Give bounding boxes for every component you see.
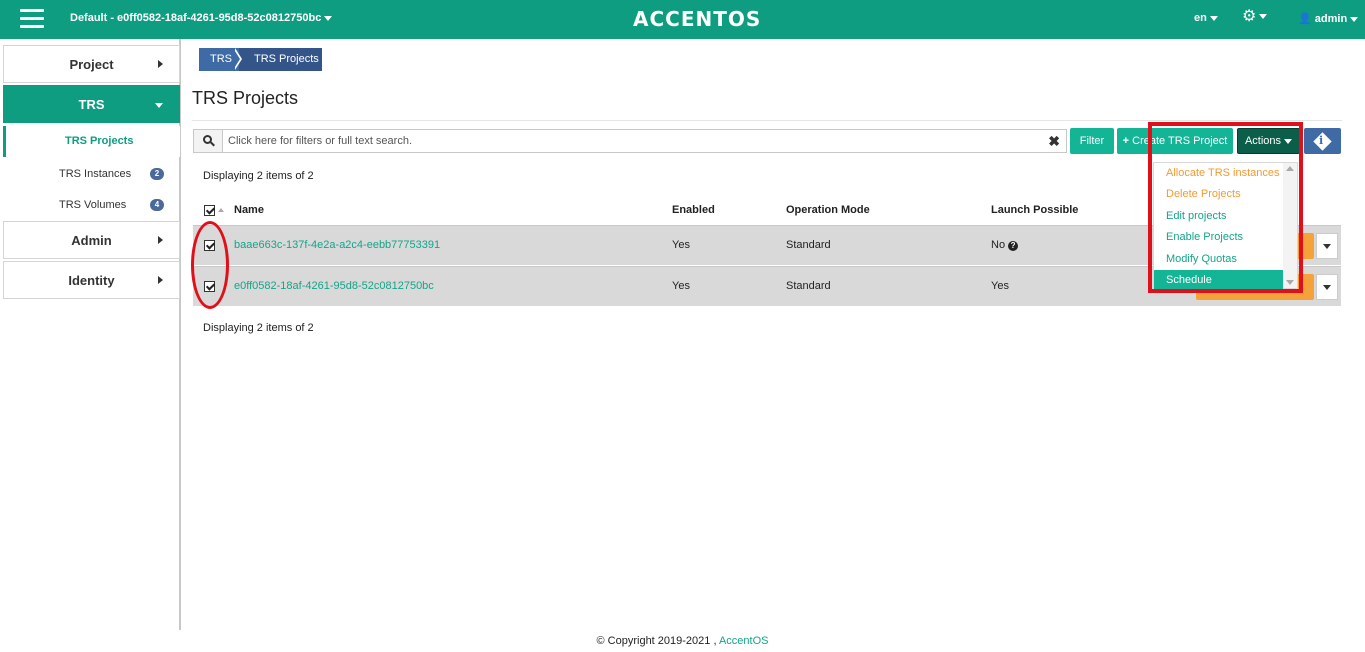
language-selector[interactable]: en bbox=[1194, 12, 1218, 24]
copyright-text: © Copyright 2019-2021 , bbox=[596, 635, 717, 647]
logo: ACCENTOS bbox=[633, 7, 762, 31]
menu-item-label: Enable Projects bbox=[1166, 231, 1244, 243]
footer-link[interactable]: AccentOS bbox=[719, 635, 769, 647]
select-all-checkbox[interactable] bbox=[204, 205, 215, 216]
settings-menu[interactable]: ⚙ bbox=[1242, 8, 1268, 25]
project-selector[interactable]: Default - e0ff0582-18af-4261-95d8-52c081… bbox=[70, 12, 333, 24]
count-badge: 4 bbox=[150, 199, 164, 211]
sort-icon[interactable] bbox=[218, 208, 224, 212]
breadcrumb-separator-arrow bbox=[233, 48, 240, 70]
project-name-link[interactable]: baae663c-137f-4e2a-a2c4-eebb77753391 bbox=[234, 239, 440, 251]
user-menu[interactable]: 👤 admin bbox=[1298, 12, 1359, 25]
row-action-dropdown[interactable] bbox=[1316, 233, 1338, 259]
chevron-down-icon bbox=[324, 15, 333, 21]
sidebar-item-label: Identity bbox=[68, 273, 115, 288]
menu-item-allocate-trs-instances[interactable]: Allocate TRS instances bbox=[1154, 163, 1283, 184]
items-count: Displaying 2 items of 2 bbox=[203, 170, 314, 182]
user-icon: 👤 bbox=[1298, 13, 1312, 25]
sidebar-item-label: TRS Projects bbox=[65, 135, 134, 147]
chevron-down-icon bbox=[1209, 15, 1218, 21]
sidebar-item-label: Project bbox=[69, 57, 114, 72]
menu-item-label: Delete Projects bbox=[1166, 188, 1241, 200]
menu-item-delete-projects[interactable]: Delete Projects bbox=[1154, 184, 1283, 205]
chevron-down-icon bbox=[1350, 16, 1359, 22]
operation-mode-cell: Standard bbox=[786, 239, 831, 251]
sidebar-item-label: TRS bbox=[78, 97, 105, 112]
row-action-dropdown[interactable] bbox=[1316, 274, 1338, 300]
close-icon[interactable]: ✖ bbox=[1048, 133, 1060, 150]
launch-possible-cell: No? bbox=[991, 239, 1019, 251]
sidebar-item-trs-projects[interactable]: TRS Projects bbox=[3, 126, 180, 157]
menu-item-enable-projects[interactable]: Enable Projects bbox=[1154, 227, 1283, 248]
breadcrumb-label: TRS Projects bbox=[254, 53, 319, 65]
scroll-down-icon[interactable] bbox=[1286, 280, 1294, 285]
menu-item-schedule[interactable]: Schedule bbox=[1154, 270, 1283, 291]
sidebar-item-label: TRS Instances bbox=[59, 168, 132, 180]
sidebar: Project TRS TRS Projects TRS Instances 2… bbox=[0, 39, 181, 630]
enabled-cell: Yes bbox=[672, 239, 690, 251]
column-header-launch-possible[interactable]: Launch Possible bbox=[991, 204, 1078, 216]
user-name: admin bbox=[1314, 13, 1348, 25]
column-header-operation-mode[interactable]: Operation Mode bbox=[786, 204, 870, 216]
actions-button[interactable]: Actions bbox=[1237, 128, 1300, 154]
launch-possible-value: No bbox=[991, 239, 1006, 251]
chevron-down-icon bbox=[1323, 285, 1331, 290]
sidebar-item-trs-volumes[interactable]: TRS Volumes 4 bbox=[3, 190, 180, 221]
menu-icon[interactable] bbox=[20, 9, 44, 29]
column-header-name[interactable]: Name bbox=[234, 204, 264, 216]
chevron-right-icon bbox=[158, 236, 163, 244]
launch-possible-cell: Yes bbox=[991, 280, 1009, 292]
project-name-link[interactable]: e0ff0582-18af-4261-95d8-52c0812750bc bbox=[234, 280, 434, 292]
column-header-enabled[interactable]: Enabled bbox=[672, 204, 715, 216]
operation-mode-cell: Standard bbox=[786, 280, 831, 292]
menu-item-edit-projects[interactable]: Edit projects bbox=[1154, 206, 1283, 227]
sidebar-item-project[interactable]: Project bbox=[3, 45, 180, 83]
items-count-bottom: Displaying 2 items of 2 bbox=[203, 322, 314, 334]
help-icon[interactable]: ? bbox=[1008, 241, 1019, 251]
chevron-right-icon bbox=[158, 60, 163, 68]
scroll-up-icon[interactable] bbox=[1286, 166, 1294, 171]
top-header: Default - e0ff0582-18af-4261-95d8-52c081… bbox=[0, 0, 1365, 39]
row-checkbox[interactable] bbox=[204, 281, 215, 292]
menu-item-label: Modify Quotas bbox=[1166, 253, 1237, 265]
count-badge: 2 bbox=[150, 168, 164, 180]
dropdown-scrollbar[interactable] bbox=[1283, 163, 1297, 288]
sidebar-item-trs-instances[interactable]: TRS Instances 2 bbox=[3, 159, 180, 190]
language-label: en bbox=[1194, 12, 1207, 24]
row-checkbox[interactable] bbox=[204, 240, 215, 251]
filter-button[interactable]: Filter bbox=[1070, 128, 1114, 154]
menu-item-label: Allocate TRS instances bbox=[1166, 167, 1280, 179]
create-trs-project-button[interactable]: + Create TRS Project bbox=[1117, 128, 1233, 154]
sidebar-item-identity[interactable]: Identity bbox=[3, 261, 180, 299]
search-input[interactable] bbox=[224, 130, 1034, 152]
chevron-right-icon bbox=[158, 276, 163, 284]
sidebar-item-admin[interactable]: Admin bbox=[3, 221, 180, 259]
sidebar-item-trs[interactable]: TRS bbox=[3, 85, 180, 123]
chevron-down-icon bbox=[1259, 14, 1268, 20]
plus-icon: + bbox=[1122, 135, 1130, 147]
menu-item-modify-quotas[interactable]: Modify Quotas bbox=[1154, 249, 1283, 270]
chevron-down-icon bbox=[155, 103, 163, 108]
search-icon[interactable] bbox=[194, 130, 223, 152]
actions-dropdown-menu: Allocate TRS instances Delete Projects E… bbox=[1153, 162, 1298, 291]
page-title: TRS Projects bbox=[192, 88, 299, 108]
search-bar: ✖ bbox=[193, 129, 1067, 153]
gear-icon: ⚙ bbox=[1242, 8, 1257, 25]
sidebar-item-label: Admin bbox=[71, 233, 112, 248]
breadcrumb-label: TRS bbox=[210, 53, 232, 65]
divider bbox=[192, 120, 1342, 121]
menu-item-label: Edit projects bbox=[1166, 210, 1227, 222]
enabled-cell: Yes bbox=[672, 280, 690, 292]
actions-button-label: Actions bbox=[1244, 135, 1282, 147]
chevron-down-icon bbox=[1323, 244, 1331, 249]
create-button-label: Create TRS Project bbox=[1132, 135, 1228, 147]
project-selector-label: Default - e0ff0582-18af-4261-95d8-52c081… bbox=[70, 12, 322, 24]
breadcrumb-current: TRS Projects bbox=[239, 48, 322, 71]
footer: © Copyright 2019-2021 , AccentOS bbox=[0, 635, 1365, 647]
info-icon-glyph: i bbox=[1319, 134, 1324, 147]
chevron-down-icon bbox=[1284, 138, 1293, 144]
sidebar-item-label: TRS Volumes bbox=[59, 199, 127, 211]
menu-item-label: Schedule bbox=[1166, 274, 1212, 286]
